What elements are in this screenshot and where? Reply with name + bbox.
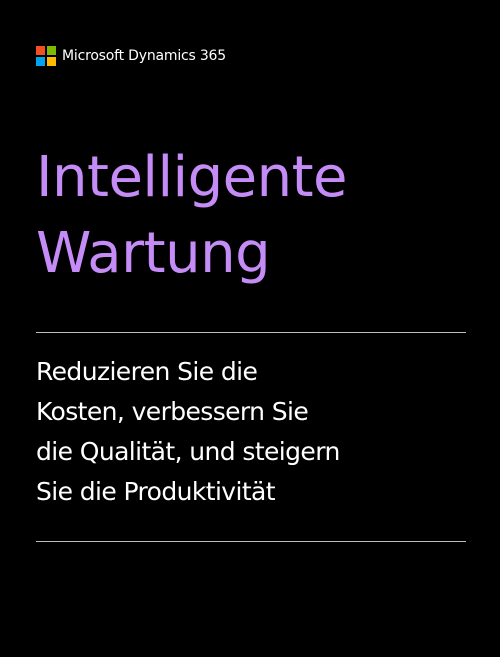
subtitle-line: Reduzieren Sie die: [36, 357, 258, 386]
logo-square-green: [47, 46, 56, 55]
page-title: Intelligente Wartung: [36, 140, 348, 292]
brand-name: Microsoft Dynamics 365: [62, 48, 226, 64]
logo-square-blue: [36, 57, 45, 66]
cover-page: Microsoft Dynamics 365 Intelligente Wart…: [0, 0, 500, 657]
logo-square-yellow: [47, 57, 56, 66]
microsoft-logo-icon: [36, 46, 56, 66]
divider-bottom: [36, 541, 466, 542]
title-line: Intelligente: [36, 145, 348, 210]
subtitle-line: Sie die Produktivität: [36, 477, 276, 506]
subtitle-line: die Qualität, und steigern: [36, 437, 340, 466]
subtitle-line: Kosten, verbessern Sie: [36, 397, 309, 426]
logo-square-red: [36, 46, 45, 55]
page-subtitle: Reduzieren Sie die Kosten, verbessern Si…: [36, 352, 340, 512]
divider-top: [36, 332, 466, 333]
title-line: Wartung: [36, 221, 271, 286]
brand-header: Microsoft Dynamics 365: [36, 46, 226, 66]
